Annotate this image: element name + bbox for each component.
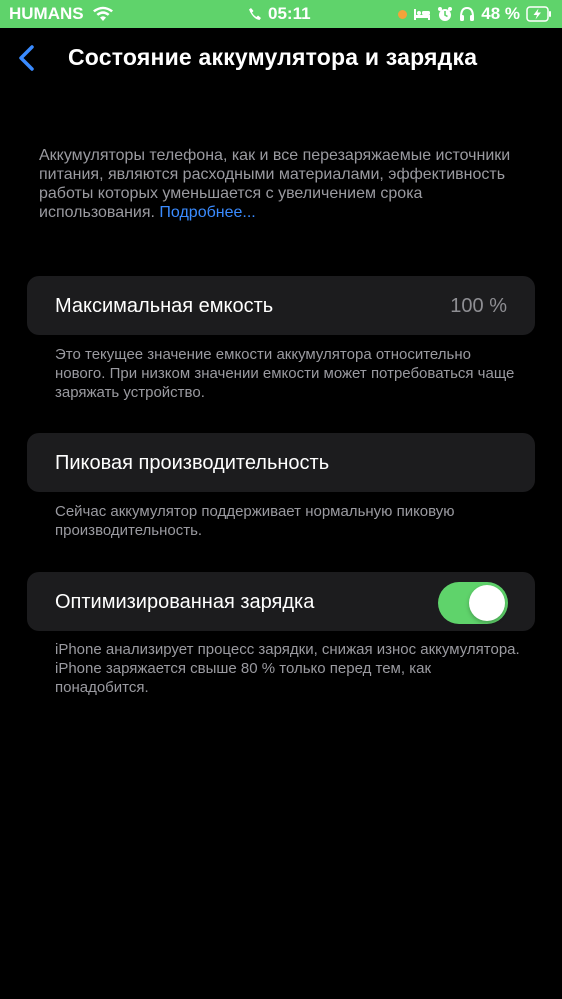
intro-text: Аккумуляторы телефона, как и все перезар…	[39, 147, 511, 221]
back-button[interactable]	[14, 44, 42, 72]
optimized-charging-footer: iPhone анализирует процесс зарядки, сниж…	[55, 641, 520, 696]
peak-performance-footer: Сейчас аккумулятор поддерживает нормальн…	[55, 503, 455, 539]
page-title: Состояние аккумулятора и зарядка	[68, 44, 478, 70]
wifi-icon	[92, 6, 114, 22]
optimized-charging-toggle[interactable]	[438, 582, 508, 624]
phone-icon	[248, 7, 262, 21]
status-bar: HUMANS 05:11 48 %	[0, 0, 562, 28]
navigation-bar: Состояние аккумулятора и зарядка	[0, 30, 562, 86]
status-left: HUMANS	[9, 4, 114, 24]
optimized-charging-label: Оптимизированная зарядка	[55, 591, 315, 613]
toggle-knob	[469, 585, 505, 621]
time: 05:11	[268, 4, 311, 23]
status-center: 05:11	[248, 4, 311, 24]
optimized-charging-row: Оптимизированная зарядка	[27, 572, 535, 631]
alarm-icon	[437, 6, 453, 22]
headphones-icon	[459, 6, 475, 22]
max-capacity-footer: Это текущее значение емкости аккумулятор…	[55, 346, 515, 401]
intro-description: Аккумуляторы телефона, как и все перезар…	[39, 146, 519, 222]
status-right: 48 %	[398, 4, 552, 24]
peak-performance-label: Пиковая производительность	[55, 452, 330, 474]
learn-more-link[interactable]: Подробнее...	[159, 204, 255, 221]
battery-percent: 48 %	[481, 4, 520, 23]
max-capacity-label: Максимальная емкость	[55, 295, 274, 317]
chevron-left-icon	[19, 45, 34, 71]
carrier-name: HUMANS	[9, 4, 84, 23]
orange-dot-icon	[398, 9, 408, 19]
max-capacity-row: Максимальная емкость 100 %	[27, 276, 535, 335]
bed-icon	[413, 7, 431, 21]
peak-performance-row: Пиковая производительность	[27, 433, 535, 492]
battery-charging-icon	[526, 6, 552, 22]
max-capacity-value: 100 %	[450, 295, 507, 317]
